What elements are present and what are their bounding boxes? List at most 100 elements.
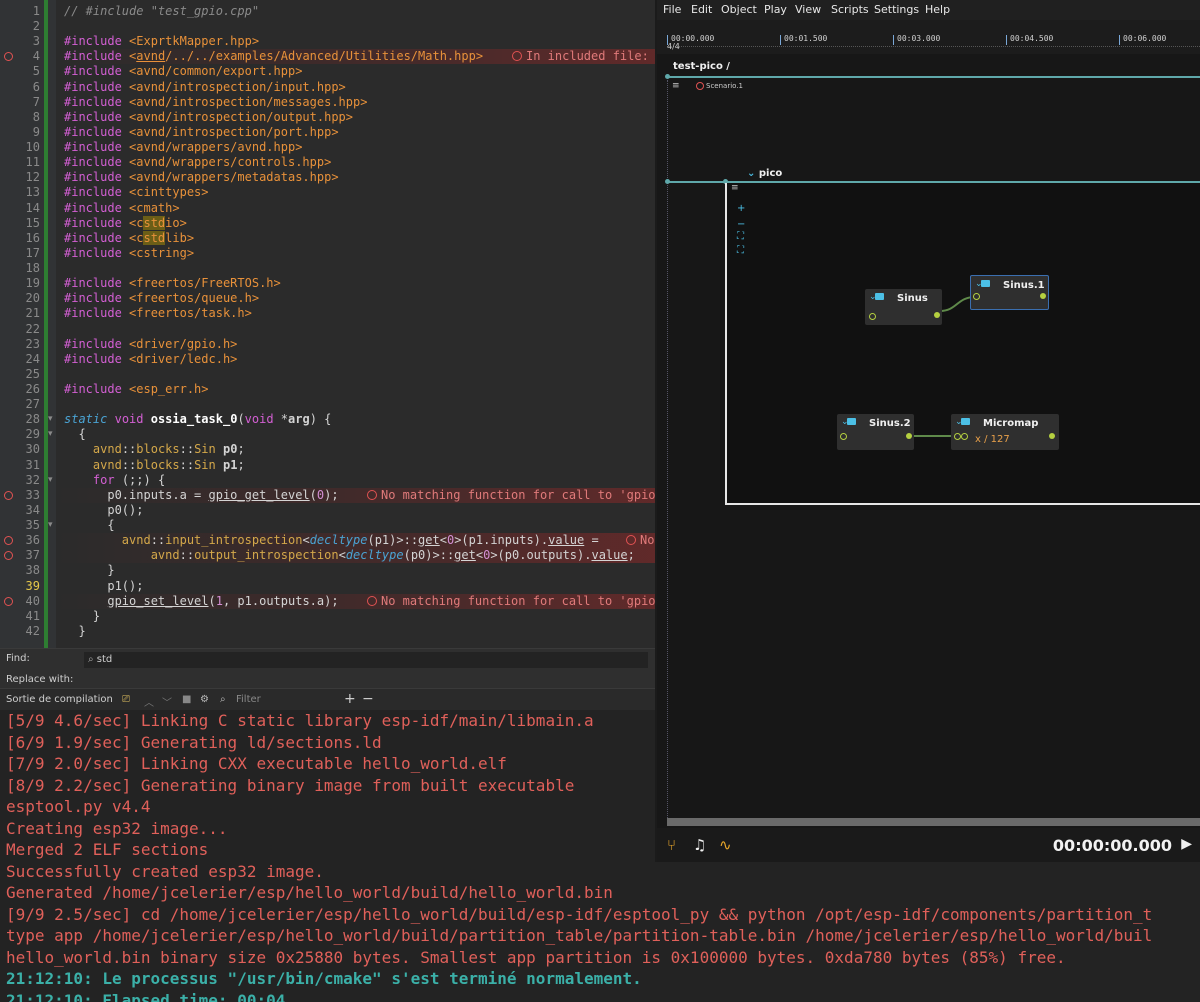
node-micromap[interactable]: ⌄ Micromap x / 127 <box>951 414 1059 450</box>
code-line[interactable]: 41 } <box>0 609 655 624</box>
play-icon[interactable]: ▶ <box>1181 836 1192 852</box>
menu-play[interactable]: Play <box>764 3 787 16</box>
code-line[interactable]: 15 #include <cstdio> <box>0 215 655 231</box>
code-line[interactable]: 32 ▾ for (;;) { <box>0 473 655 488</box>
code-line[interactable]: 36 avnd::input_introspection<decltype(p1… <box>0 533 655 549</box>
input-port[interactable] <box>954 433 961 440</box>
menu-settings[interactable]: Settings <box>874 3 919 16</box>
start-state[interactable] <box>665 74 670 79</box>
error-marker-icon[interactable] <box>4 596 13 606</box>
code-line[interactable]: 35 ▾ { <box>0 518 655 533</box>
input-port[interactable] <box>840 433 847 440</box>
gear-icon[interactable]: ⚙ <box>200 694 209 705</box>
node-sinus-2[interactable]: ⌄ Sinus.2 <box>837 414 914 450</box>
state-dot[interactable] <box>665 179 670 184</box>
code-line[interactable]: 21 #include <freertos/task.h> <box>0 306 655 321</box>
node-sinus[interactable]: ⌄ Sinus <box>865 289 942 325</box>
code-line[interactable]: 1 // #include "test_gpio.cpp" <box>0 4 655 19</box>
code-line[interactable]: 18 <box>0 261 655 276</box>
code-line[interactable]: 6 #include <avnd/introspection/input.hpp> <box>0 80 655 95</box>
fold-icon[interactable]: ▾ <box>48 518 53 533</box>
branch-icon[interactable]: ⑂ <box>667 836 676 854</box>
code-line[interactable]: 16 #include <cstdlib> <box>0 230 655 246</box>
code-line[interactable]: 30 avnd::blocks::Sin p0; <box>0 442 655 457</box>
input-port[interactable] <box>973 293 980 300</box>
clean-icon[interactable]: ⎚ <box>122 694 130 705</box>
code-line[interactable]: 20 #include <freertos/queue.h> <box>0 291 655 306</box>
code-line[interactable]: 5 #include <avnd/common/export.hpp> <box>0 64 655 79</box>
code-line[interactable]: 26 #include <esp_err.h> <box>0 382 655 397</box>
code-line[interactable]: 34 p0(); <box>0 503 655 518</box>
fold-icon[interactable]: ▾ <box>48 473 53 488</box>
error-message: No <box>626 533 654 548</box>
output-port[interactable] <box>906 433 912 439</box>
breadcrumb[interactable]: test-pico / <box>673 61 730 72</box>
error-marker-icon[interactable] <box>4 490 13 500</box>
code-line[interactable]: 27 <box>0 397 655 412</box>
process-canvas[interactable]: ≡ + − ⛶ ⛶ ⌄ Sinus ⌄ Sinus.1 ⌄ Sinus.2 ⌄ … <box>725 183 1200 505</box>
remove-icon[interactable]: − <box>362 691 374 707</box>
music-icon[interactable]: ♫ <box>693 836 706 854</box>
code-line[interactable]: 19 #include <freertos/FreeRTOS.h> <box>0 276 655 291</box>
code-line[interactable]: 24 #include <driver/ledc.h> <box>0 352 655 367</box>
code-line[interactable]: 42 } <box>0 624 655 639</box>
output-port[interactable] <box>1049 433 1055 439</box>
error-marker-icon[interactable] <box>4 52 13 62</box>
code-text: #include <cinttypes> <box>64 185 209 200</box>
node-title: Sinus.2 <box>869 418 911 429</box>
output-port[interactable] <box>1040 293 1046 299</box>
next-icon[interactable]: ﹀ <box>162 694 172 709</box>
time-ruler[interactable]: 4/4 00:00.000 00:01.500 00:03.000 00:04.500… <box>657 20 1200 54</box>
code-line[interactable]: 29 ▾ { <box>0 427 655 442</box>
code-editor[interactable]: 1 // #include "test_gpio.cpp" 2 3 #include <… <box>0 0 655 648</box>
output-port[interactable] <box>934 312 940 318</box>
code-line[interactable]: 31 avnd::blocks::Sin p1; <box>0 458 655 473</box>
code-line[interactable]: 28 ▾ static void ossia_task_0(void *arg) { <box>0 412 655 427</box>
chevron-down-icon[interactable]: ⌄ <box>747 168 755 179</box>
filter-input[interactable]: Filter <box>236 694 261 705</box>
code-line[interactable]: 33 p0.inputs.a = gpio_get_level(0); No ma… <box>0 487 655 503</box>
menu-object[interactable]: Object <box>721 3 757 16</box>
menu-file[interactable]: File <box>663 3 681 16</box>
stop-icon[interactable]: ■ <box>182 694 191 705</box>
previous-icon[interactable]: ︿ <box>144 694 154 709</box>
menu-help[interactable]: Help <box>925 3 950 16</box>
horizontal-scrollbar[interactable] <box>667 818 1200 826</box>
find-input[interactable]: ⌕ std <box>84 652 648 668</box>
code-line[interactable]: 38 } <box>0 563 655 578</box>
code-line[interactable]: 25 <box>0 367 655 382</box>
node-sinus-1[interactable]: ⌄ Sinus.1 <box>970 275 1049 310</box>
code-line[interactable]: 12 #include <avnd/wrappers/metadatas.hpp> <box>0 170 655 185</box>
error-marker-icon[interactable] <box>4 536 13 546</box>
micromap-expression[interactable]: x / 127 <box>975 434 1010 445</box>
code-line[interactable]: 7 #include <avnd/introspection/messages.h… <box>0 95 655 110</box>
code-line[interactable]: 14 #include <cmath> <box>0 201 655 216</box>
curve-icon[interactable]: ∿ <box>719 836 732 854</box>
code-line[interactable]: 13 #include <cinttypes> <box>0 185 655 200</box>
input-port[interactable] <box>961 433 968 440</box>
menu-view[interactable]: View <box>795 3 821 16</box>
fold-icon[interactable]: ▾ <box>48 412 53 427</box>
fold-icon[interactable]: ▾ <box>48 427 53 442</box>
error-marker-icon[interactable] <box>4 551 13 561</box>
add-icon[interactable]: + <box>344 691 356 707</box>
code-line[interactable]: 23 #include <driver/gpio.h> <box>0 337 655 352</box>
code-line[interactable]: 11 #include <avnd/wrappers/controls.hpp> <box>0 155 655 170</box>
code-line[interactable]: 22 <box>0 322 655 337</box>
code-line[interactable]: 39 p1(); <box>0 579 655 594</box>
code-line[interactable]: 40 gpio_set_level(1, p1.outputs.a); No ma… <box>0 593 655 609</box>
hamburger-icon[interactable]: ≡ <box>672 81 680 91</box>
code-line[interactable]: 17 #include <cstring> <box>0 246 655 261</box>
menu-edit[interactable]: Edit <box>691 3 712 16</box>
code-line[interactable]: 4 #include <avnd/../../examples/Advanced/… <box>0 49 655 65</box>
code-line[interactable]: 10 #include <avnd/wrappers/avnd.hpp> <box>0 140 655 155</box>
interval-header[interactable]: ⌄ pico <box>747 168 782 179</box>
code-line[interactable]: 3 #include <ExprtkMapper.hpp> <box>0 34 655 49</box>
code-line[interactable]: 8 #include <avnd/introspection/output.hpp… <box>0 110 655 125</box>
code-line[interactable]: 9 #include <avnd/introspection/port.hpp> <box>0 125 655 140</box>
code-line[interactable]: 2 <box>0 19 655 34</box>
code-line[interactable]: 37 avnd::output_introspection<decltype(p… <box>0 548 655 564</box>
line-number: 40 <box>25 593 40 608</box>
menu-scripts[interactable]: Scripts <box>831 3 869 16</box>
input-port[interactable] <box>869 313 876 320</box>
